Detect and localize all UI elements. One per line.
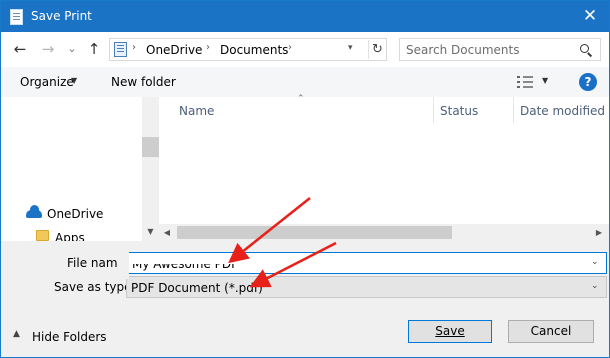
column-header-name[interactable]: Name: [179, 104, 214, 118]
breadcrumb-onedrive[interactable]: OneDrive: [146, 43, 202, 57]
save-button[interactable]: Save: [408, 320, 492, 343]
help-icon[interactable]: ?: [579, 73, 597, 91]
navpane-scroll-thumb[interactable]: [142, 137, 159, 157]
file-name-input[interactable]: My Awesome PDF ⌄: [126, 252, 607, 274]
new-folder-button[interactable]: New folder: [111, 75, 176, 89]
file-name-value: My Awesome PDF: [132, 257, 239, 271]
command-bar: Organize ▼ New folder ▼ ?: [1, 67, 609, 97]
horizontal-scroll-thumb[interactable]: [177, 226, 452, 239]
hide-folders-caret-icon[interactable]: ▲: [13, 329, 20, 339]
notepad-icon: [10, 9, 23, 25]
sort-ascending-icon: ⌃: [297, 94, 305, 104]
onedrive-cloud-icon: [26, 205, 42, 218]
organize-button[interactable]: Organize: [20, 75, 74, 89]
navpane-item-onedrive[interactable]: OneDrive: [47, 207, 103, 221]
navigation-bar: ← → ⌄ ↑ › OneDrive › Documents › ▾ ↻ Sea…: [1, 32, 609, 67]
cancel-button[interactable]: Cancel: [508, 320, 594, 343]
column-divider[interactable]: [513, 97, 514, 123]
up-arrow-icon[interactable]: ↑: [85, 40, 103, 58]
breadcrumb-separator-icon: ›: [288, 42, 292, 53]
save-as-type-value: PDF Document (*.pdf): [131, 281, 263, 295]
title-bar: Save Print ✕: [1, 1, 609, 32]
breadcrumb-separator-icon: ›: [132, 42, 136, 53]
save-button-label: Save: [435, 324, 465, 338]
breadcrumb-documents[interactable]: Documents: [220, 43, 288, 57]
navpane-item-apps[interactable]: Apps: [55, 231, 85, 241]
forward-arrow-icon[interactable]: →: [39, 40, 57, 58]
window-title: Save Print: [31, 9, 92, 23]
this-pc-icon: [114, 42, 127, 57]
folder-icon: [36, 230, 49, 241]
recent-locations-icon[interactable]: ⌄: [63, 40, 81, 58]
scroll-right-icon[interactable]: ▶: [591, 224, 607, 241]
hide-folders-button[interactable]: Hide Folders: [32, 330, 107, 344]
column-header-date-modified[interactable]: Date modified: [520, 104, 605, 118]
address-dropdown-icon[interactable]: ▾: [348, 43, 353, 53]
save-as-type-dropdown-icon[interactable]: ⌄: [591, 281, 599, 291]
scroll-down-icon[interactable]: ▼: [142, 225, 159, 239]
address-bar[interactable]: › OneDrive › Documents › ▾ ↻: [109, 38, 387, 61]
refresh-icon[interactable]: ↻: [368, 40, 386, 59]
close-button[interactable]: ✕: [571, 1, 609, 32]
organize-caret-icon: ▼: [71, 76, 78, 85]
save-as-type-label: Save as type:: [54, 280, 136, 294]
search-box[interactable]: Search Documents: [399, 38, 601, 61]
file-name-dropdown-icon[interactable]: ⌄: [591, 257, 599, 267]
column-divider[interactable]: [433, 97, 434, 123]
search-icon[interactable]: [580, 44, 589, 53]
save-form: File name: My Awesome PDF ⌄ Save as type…: [1, 241, 609, 357]
breadcrumb-separator-icon: ›: [206, 42, 210, 53]
view-options-icon[interactable]: [517, 76, 533, 88]
search-placeholder: Search Documents: [406, 43, 520, 57]
back-arrow-icon[interactable]: ←: [11, 40, 29, 58]
file-list: ⌃ Name Status Date modified ◀ ▶: [159, 94, 609, 241]
save-dialog-window: Save Print ✕ ← → ⌄ ↑ › OneDrive › Docume…: [0, 0, 610, 358]
label-gap: [117, 245, 129, 279]
navpane-scrollbar[interactable]: [142, 97, 159, 241]
scroll-left-icon[interactable]: ◀: [159, 224, 175, 241]
horizontal-scrollbar[interactable]: ◀ ▶: [159, 224, 609, 241]
save-as-type-select[interactable]: PDF Document (*.pdf) ⌄: [126, 276, 607, 298]
view-caret-icon[interactable]: ▼: [542, 76, 548, 85]
navigation-pane: OneDrive Apps ▼: [1, 97, 159, 241]
column-header-status[interactable]: Status: [440, 104, 478, 118]
